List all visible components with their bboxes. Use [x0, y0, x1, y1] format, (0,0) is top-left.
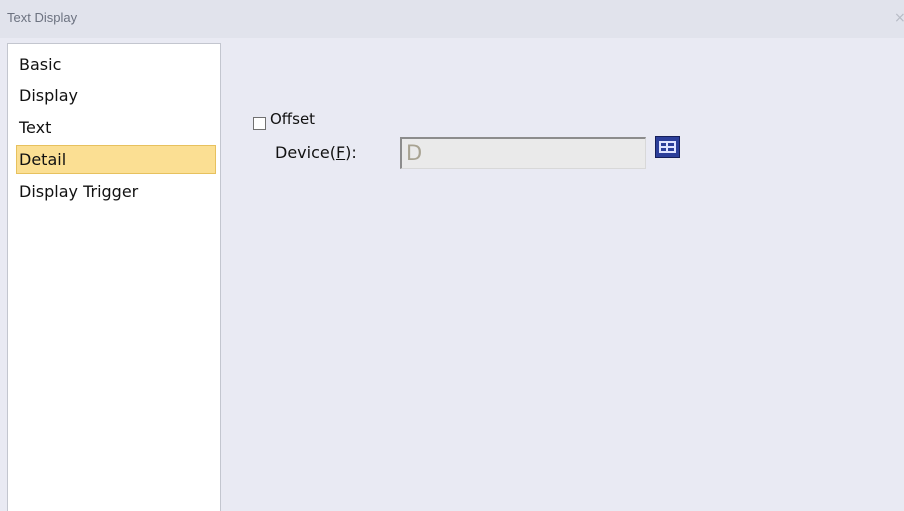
- device-label: Device(F):: [275, 143, 357, 162]
- device-list-button[interactable]: [655, 136, 680, 158]
- device-list-icon: [659, 141, 676, 153]
- category-list: Basic Display Text Detail Display Trigge…: [7, 43, 221, 511]
- titlebar: Text Display ×: [0, 0, 904, 38]
- close-icon[interactable]: ×: [894, 10, 904, 26]
- nav-item-text[interactable]: Text: [16, 113, 216, 142]
- offset-checkbox[interactable]: [253, 117, 266, 130]
- nav-item-basic[interactable]: Basic: [16, 50, 216, 79]
- device-label-suffix: ):: [345, 143, 357, 162]
- nav-item-display-trigger[interactable]: Display Trigger: [16, 177, 216, 206]
- device-field[interactable]: D: [400, 137, 646, 169]
- offset-label[interactable]: Offset: [270, 110, 315, 128]
- nav-item-detail[interactable]: Detail: [16, 145, 216, 174]
- text-display-dialog: Text Display × Basic Display Text Detail…: [0, 0, 904, 511]
- device-label-mnemonic: F: [335, 143, 346, 162]
- nav-item-display[interactable]: Display: [16, 81, 216, 110]
- detail-panel: Offset Device(F): D: [221, 43, 904, 511]
- window-title: Text Display: [7, 10, 78, 25]
- device-label-prefix: Device(: [275, 143, 336, 162]
